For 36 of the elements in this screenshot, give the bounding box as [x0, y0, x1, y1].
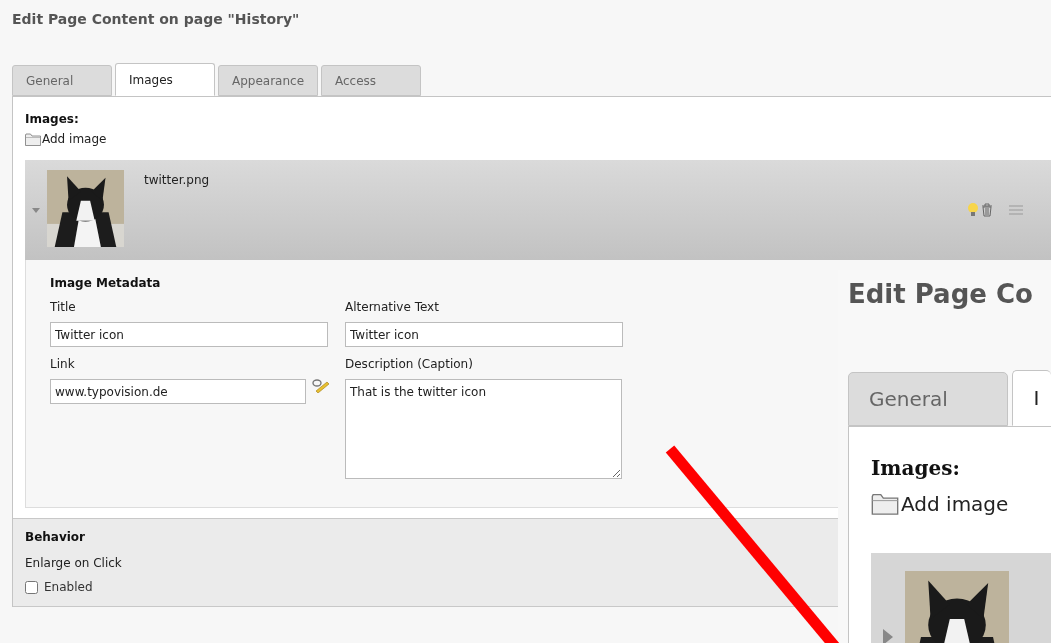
caret-icon[interactable]	[883, 629, 893, 643]
add-image-link[interactable]: Add image	[25, 130, 107, 148]
link-wizard-icon[interactable]	[312, 379, 330, 393]
tab[interactable]: Access	[321, 65, 421, 96]
metadata-heading: Image Metadata	[50, 275, 162, 292]
field-label: Link	[50, 356, 76, 373]
section-heading: Images:	[871, 455, 961, 482]
field-label: Description (Caption)	[345, 356, 474, 373]
field-label: Title	[50, 299, 77, 316]
image-item-header[interactable]	[871, 553, 1051, 643]
text-field[interactable]: Twitter icon	[345, 322, 623, 347]
lightbulb-icon[interactable]	[967, 203, 979, 217]
checkbox-label: Enabled	[44, 579, 93, 596]
link-field[interactable]: www.typovision.de	[50, 379, 306, 404]
section-heading: Images:	[25, 111, 80, 128]
add-image-link[interactable]: Add image	[871, 489, 1009, 519]
tab[interactable]: General	[12, 65, 112, 96]
page-title: Edit Page Content on page "History"	[12, 10, 301, 29]
folder-icon	[871, 493, 899, 515]
tab[interactable]: Appearance	[218, 65, 318, 96]
image-item-header[interactable]: twitter.png	[25, 160, 1051, 260]
text-field[interactable]: Twitter icon	[50, 322, 328, 347]
file-name: twitter.png	[144, 172, 210, 189]
tab[interactable]: General	[848, 372, 1009, 426]
tab[interactable]: I	[1012, 370, 1051, 426]
field-label: Enlarge on Click	[25, 555, 123, 572]
behavior-heading: Behavior	[25, 529, 87, 546]
field-label: Alternative Text	[345, 299, 440, 316]
tab[interactable]: Images	[115, 63, 215, 96]
folder-icon	[25, 132, 41, 146]
description-field[interactable]: That is the twitter icon	[345, 379, 622, 479]
drag-handle-icon[interactable]	[1009, 205, 1023, 215]
inset-title: Edit Page Co	[847, 278, 1033, 311]
caret-icon[interactable]	[32, 207, 40, 213]
enabled-checkbox[interactable]	[25, 580, 38, 594]
trash-icon[interactable]	[981, 203, 993, 217]
